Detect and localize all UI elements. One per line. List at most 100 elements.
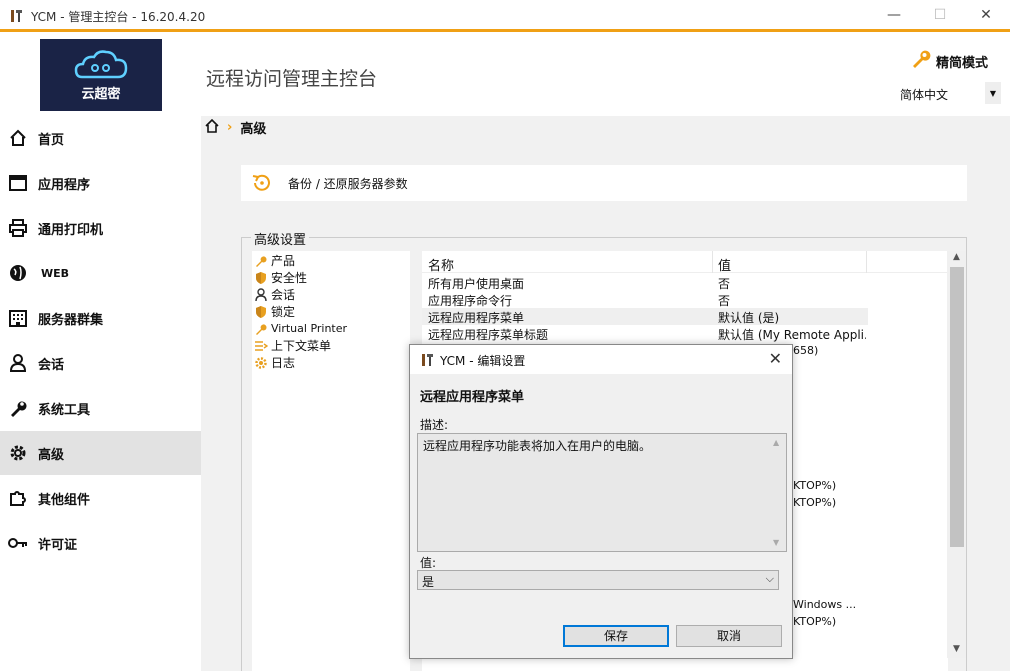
simple-mode-button[interactable]: 精简模式 [909, 48, 988, 74]
brand-logo: 云超密 [40, 39, 162, 111]
value-label: 值: [420, 556, 437, 570]
tree-item-label: 上下文菜单 [271, 339, 332, 353]
app-tools-icon [420, 352, 436, 371]
shield-icon [254, 271, 268, 285]
breadcrumb: › 高级 [205, 118, 266, 137]
sidebar-item-label: WEB [41, 266, 70, 280]
sidebar-item-printer[interactable]: 通用打印机 [0, 206, 201, 250]
window-title: YCM - 管理主控台 - 16.20.4.20 [31, 10, 206, 24]
chevron-up-icon[interactable]: ▲ [947, 252, 966, 266]
maximize-button[interactable]: ☐ [917, 0, 963, 29]
chevron-up-icon[interactable]: ▲ [773, 438, 779, 447]
table-row[interactable]: 远程应用程序菜单标题 默认值 (My Remote Appli... [422, 325, 868, 342]
breadcrumb-current: 高级 [240, 122, 267, 137]
tree-item-lock[interactable]: 锁定 [254, 303, 295, 320]
row-name: 远程应用程序菜单标题 [428, 328, 549, 342]
dialog-title-bar: YCM - 编辑设置 ✕ [410, 345, 792, 374]
sidebar-item-label: 首页 [38, 132, 65, 148]
close-icon[interactable]: ✕ [769, 349, 782, 368]
column-header-value[interactable]: 值 [718, 255, 731, 274]
sidebar-item-label: 应用程序 [38, 177, 91, 193]
dialog-heading: 远程应用程序菜单 [420, 390, 525, 405]
shield-icon [254, 305, 268, 319]
column-header-name[interactable]: 名称 [428, 255, 454, 274]
cancel-button[interactable]: 取消 [676, 625, 782, 647]
chevron-down-icon[interactable]: ▼ [947, 644, 966, 658]
app-tools-icon [9, 8, 25, 24]
printer-icon [7, 217, 29, 239]
row-value-partial: KTOP%) [793, 479, 837, 492]
sidebar-item-label: 系统工具 [38, 402, 91, 418]
sidebar-item-license[interactable]: 许可证 [0, 521, 201, 565]
sidebar-item-label: 高级 [38, 447, 65, 463]
key-icon [7, 532, 29, 554]
sidebar-item-label: 服务器群集 [38, 312, 104, 328]
tree-item-security[interactable]: 安全性 [254, 269, 307, 286]
sidebar-item-applications[interactable]: 应用程序 [0, 161, 201, 205]
tree-item-product[interactable]: 产品 [254, 252, 295, 269]
row-name: 远程应用程序菜单 [428, 311, 525, 325]
chevron-down-icon[interactable]: ▼ [773, 538, 779, 547]
sidebar-item-home[interactable]: 首页 [0, 116, 201, 160]
gear-icon [254, 356, 268, 370]
wrench-icon [7, 397, 29, 419]
printer-icon [254, 322, 268, 336]
title-bar: YCM - 管理主控台 - 16.20.4.20 — ☐ ✕ [0, 0, 1010, 32]
page-title: 远程访问管理主控台 [206, 68, 378, 90]
gear-icon [7, 442, 29, 464]
user-icon [254, 287, 268, 302]
sidebar-item-components[interactable]: 其他组件 [0, 476, 201, 520]
save-button[interactable]: 保存 [563, 625, 669, 647]
tree-item-context-menu[interactable]: 上下文菜单 [254, 337, 331, 354]
chevron-right-icon: › [227, 120, 233, 135]
sidebar-item-web[interactable]: WEB [0, 251, 201, 295]
row-value: 否 [718, 277, 731, 291]
menu-icon [254, 339, 268, 353]
tree-item-label: 会话 [271, 288, 296, 302]
sidebar-item-server-farm[interactable]: 服务器群集 [0, 296, 201, 340]
row-value: 否 [718, 294, 731, 308]
grid-header: 名称 值 [422, 251, 948, 274]
grid-scrollbar[interactable]: ▲ ▼ [947, 251, 966, 658]
backup-restore-button[interactable]: 备份 / 还原服务器参数 [241, 165, 967, 201]
tree-item-virtual-printer[interactable]: Virtual Printer [254, 320, 347, 337]
description-box[interactable]: 远程应用程序功能表将加入在用户的电脑。 ▲ ▼ [417, 433, 787, 552]
language-select[interactable]: 简体中文 ▼ [894, 82, 1001, 104]
sidebar-item-advanced[interactable]: 高级 [0, 431, 201, 475]
row-value: 默认值 (My Remote Appli... [718, 328, 866, 342]
sidebar-item-label: 通用打印机 [38, 222, 104, 238]
backup-label: 备份 / 还原服务器参数 [288, 177, 408, 191]
cloud-logo-icon [74, 50, 128, 79]
restore-icon [250, 172, 272, 197]
sidebar-item-label: 许可证 [38, 537, 78, 553]
chevron-down-icon: ⌵ [765, 572, 774, 585]
scrollbar-thumb[interactable] [950, 267, 964, 547]
sidebar-item-tools[interactable]: 系统工具 [0, 386, 201, 430]
home-icon[interactable] [205, 118, 219, 137]
table-row-selected[interactable]: 远程应用程序菜单 默认值 (是) [422, 308, 868, 325]
row-value: 默认值 (是) [718, 311, 780, 325]
row-value-partial: KTOP%) [793, 615, 837, 628]
puzzle-icon [7, 487, 29, 509]
user-icon [7, 352, 29, 374]
sidebar: 首页 应用程序 通用打印机 WEB 服务器群集 会话 系统工具 高级 其他组件 … [0, 116, 201, 671]
language-value: 简体中文 [900, 88, 949, 102]
home-icon [7, 127, 29, 149]
sidebar-item-sessions[interactable]: 会话 [0, 341, 201, 385]
row-name: 应用程序命令行 [428, 294, 513, 308]
tree-item-session[interactable]: 会话 [254, 286, 295, 303]
table-row[interactable]: 应用程序命令行 否 [422, 291, 868, 308]
settings-tree: 产品 安全性 会话 锁定 Virtual Printer 上下文菜单 日志 [252, 251, 410, 671]
wrench-icon [254, 254, 268, 268]
tree-item-label: 日志 [271, 356, 296, 370]
value-select[interactable]: 是 ⌵ [417, 570, 779, 590]
row-name: 所有用户使用桌面 [428, 277, 525, 291]
table-row[interactable]: 所有用户使用桌面 否 [422, 274, 868, 291]
minimize-button[interactable]: — [871, 0, 917, 29]
close-window-button[interactable]: ✕ [963, 0, 1009, 29]
globe-icon [7, 262, 29, 284]
row-value-partial: KTOP%) [793, 496, 837, 509]
tree-item-log[interactable]: 日志 [254, 354, 295, 371]
tree-item-label: Virtual Printer [271, 322, 348, 335]
description-scrollbar[interactable]: ▲ ▼ [769, 434, 786, 551]
